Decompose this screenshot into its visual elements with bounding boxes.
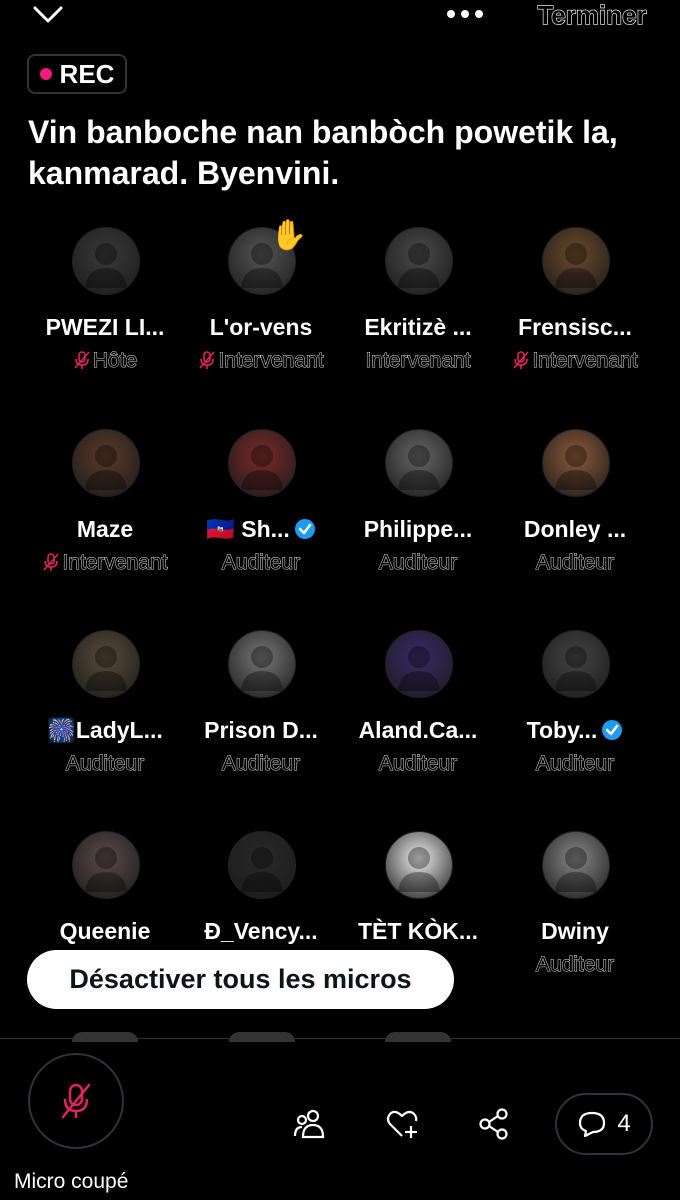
mic-toggle-button[interactable] <box>28 1053 124 1149</box>
participant-role-text: Intervenant <box>532 349 638 373</box>
avatar[interactable] <box>385 831 453 899</box>
comment-icon <box>579 1111 606 1138</box>
participant-role-text: Auditeur <box>221 752 301 776</box>
participant-name: L'or-vens <box>183 314 339 341</box>
participant-name: PWEZI LI... <box>27 314 183 341</box>
participant-name: Donley ... <box>497 516 653 543</box>
participant-name: Toby... <box>497 717 653 744</box>
comments-count: 4 <box>617 1110 631 1137</box>
participant-name-text: Maze <box>76 516 134 542</box>
participant-role: Auditeur <box>497 953 653 977</box>
participant-role: Auditeur <box>497 752 653 776</box>
participant-name-text: TÈT KÒK... <box>357 918 479 944</box>
participant-name: 🎆LadyL... <box>27 717 183 744</box>
participant-role-text: Intervenant <box>62 551 168 575</box>
participant-role-text: Intervenant <box>218 349 324 373</box>
mic-off-icon <box>199 351 216 369</box>
participant-role-text: Auditeur <box>535 953 615 977</box>
avatar[interactable] <box>228 831 296 899</box>
participant-role: Auditeur <box>340 551 496 575</box>
participant-role-text: Auditeur <box>535 752 615 776</box>
participant-name: Philippe... <box>340 516 496 543</box>
footer-divider <box>0 1038 680 1039</box>
participant-name-text: Ekritizè ... <box>364 314 472 340</box>
participant-role: Intervenant <box>183 349 339 373</box>
mic-off-icon <box>74 351 90 369</box>
participant-name-text: 🎆LadyL... <box>47 717 163 743</box>
participant-name-text: L'or-vens <box>209 314 313 340</box>
participant-role: Intervenant <box>27 551 183 575</box>
participant-name-text: Đ_Vency... <box>204 918 318 944</box>
participant-role: Intervenant <box>340 349 496 373</box>
participant-name: Frensisc... <box>497 314 653 341</box>
participant-name-text: Dwiny <box>541 918 609 944</box>
participant-name: Aland.Ca... <box>340 717 496 744</box>
participant-name-text: Aland.Ca... <box>358 717 478 743</box>
avatar[interactable] <box>228 630 296 698</box>
participant-name: Maze <box>27 516 183 543</box>
participant-role-text: Auditeur <box>378 752 458 776</box>
avatar[interactable] <box>385 630 453 698</box>
share-icon[interactable] <box>476 1106 512 1142</box>
participant-role: Hôte <box>27 349 183 373</box>
mic-status-label: Micro coupé <box>14 1170 129 1193</box>
comments-button[interactable]: 4 <box>555 1093 653 1155</box>
participant-name: Prison D... <box>183 717 339 744</box>
participant-role: Auditeur <box>183 752 339 776</box>
participant-role-text: Auditeur <box>535 551 615 575</box>
participant-name: TÈT KÒK... <box>340 918 496 945</box>
avatar[interactable] <box>385 429 453 497</box>
avatar[interactable] <box>228 429 296 497</box>
verified-icon <box>602 720 623 740</box>
participant-name-text: Frensisc... <box>518 314 632 340</box>
participant-name-text: Toby... <box>526 717 598 743</box>
participant-role: Auditeur <box>497 551 653 575</box>
avatar[interactable] <box>72 227 140 295</box>
participant-role-text: Hôte <box>92 349 138 373</box>
participants-grid: PWEZI LI... Hôte L'or-vens Intervenant Ekrit… <box>0 0 680 1040</box>
avatar[interactable] <box>72 630 140 698</box>
participant-role: Auditeur <box>183 551 339 575</box>
avatar[interactable] <box>542 630 610 698</box>
participant-name: Ekritizè ... <box>340 314 496 341</box>
avatar[interactable] <box>385 227 453 295</box>
participant-name-text: PWEZI LI... <box>45 314 165 340</box>
participant-name-text: 🇭🇹 Sh... <box>206 516 290 542</box>
participant-name: Queenie <box>27 918 183 945</box>
participant-name-text: Prison D... <box>204 717 318 743</box>
mute-all-button[interactable]: Désactiver tous les micros <box>27 950 454 1009</box>
participant-name: Đ_Vency... <box>183 918 339 945</box>
participant-name: 🇭🇹 Sh... <box>183 516 339 543</box>
participant-role-text: Auditeur <box>378 551 458 575</box>
participant-name-text: Philippe... <box>363 516 473 542</box>
raised-hand-icon: ✋ <box>270 219 308 252</box>
heart-plus-icon[interactable] <box>384 1106 420 1142</box>
avatar[interactable] <box>72 429 140 497</box>
avatar[interactable] <box>542 429 610 497</box>
participant-avatar-partial <box>385 1032 451 1042</box>
participant-name-text: Donley ... <box>523 516 627 542</box>
participant-avatar-partial <box>72 1032 138 1042</box>
participant-role: Intervenant <box>497 349 653 373</box>
participant-name-text: Queenie <box>59 918 151 944</box>
avatar[interactable] <box>542 227 610 295</box>
mic-off-icon <box>43 553 60 571</box>
participant-role-text: Intervenant <box>365 349 471 373</box>
participant-avatar-partial <box>229 1032 295 1042</box>
avatar[interactable] <box>542 831 610 899</box>
verified-icon <box>294 519 315 539</box>
participant-role: Auditeur <box>340 752 496 776</box>
participant-role: Auditeur <box>27 752 183 776</box>
mic-off-icon <box>513 351 530 369</box>
mic-off-icon <box>61 1083 91 1119</box>
avatar[interactable] <box>72 831 140 899</box>
participant-role-text: Auditeur <box>221 551 301 575</box>
participant-role-text: Auditeur <box>65 752 145 776</box>
people-icon[interactable] <box>292 1106 328 1142</box>
participant-name: Dwiny <box>497 918 653 945</box>
